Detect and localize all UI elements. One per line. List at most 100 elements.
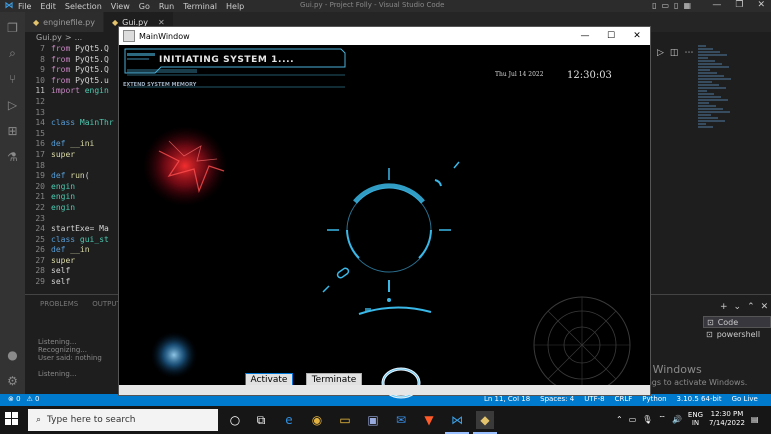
code-line[interactable]: 13 bbox=[25, 108, 120, 119]
close-icon[interactable]: ✕ bbox=[624, 27, 650, 45]
status-item[interactable]: UTF-8 bbox=[584, 395, 604, 403]
breadcrumb-file[interactable]: Gui.py bbox=[36, 33, 62, 42]
code-line[interactable]: 15 bbox=[25, 129, 120, 140]
status-warnings[interactable]: ⚠ 0 bbox=[27, 395, 40, 403]
code-line[interactable]: 14 class MainThr bbox=[25, 118, 120, 129]
status-item[interactable]: Ln 11, Col 18 bbox=[484, 395, 530, 403]
minimize-icon[interactable]: — bbox=[712, 0, 721, 10]
code-line[interactable]: 17 super bbox=[25, 150, 120, 161]
status-item[interactable]: CRLF bbox=[615, 395, 633, 403]
code-line[interactable]: 8 from PyQt5.Q bbox=[25, 55, 120, 66]
chevron-down-icon[interactable]: ⌄ bbox=[734, 302, 742, 312]
task-view-icon[interactable]: ⧉ bbox=[252, 411, 270, 429]
menu-item-file[interactable]: File bbox=[18, 2, 31, 11]
code-line[interactable]: 28 self bbox=[25, 266, 120, 277]
run-debug-icon[interactable]: ▷ bbox=[5, 98, 20, 113]
chrome-icon[interactable]: ◉ bbox=[308, 411, 326, 429]
restore-icon[interactable]: ❐ bbox=[735, 0, 743, 10]
minimize-icon[interactable]: — bbox=[572, 27, 598, 45]
code-line[interactable]: 12 bbox=[25, 97, 120, 108]
toggle-panel-icon[interactable]: ▭ bbox=[661, 1, 669, 10]
notifications-icon[interactable]: ▤ bbox=[751, 415, 759, 424]
code-line[interactable]: 25 class gui_st bbox=[25, 235, 120, 246]
microphone-icon[interactable]: 🎙 bbox=[642, 415, 652, 424]
menu-item-go[interactable]: Go bbox=[139, 2, 150, 11]
show-hidden-icons-icon[interactable]: ⌃ bbox=[616, 415, 623, 424]
taskbar-search-box[interactable]: ⌕ Type here to search bbox=[28, 409, 218, 431]
network-icon[interactable]: ⌔ bbox=[658, 414, 666, 424]
split-editor-icon[interactable]: ◫ bbox=[670, 48, 679, 58]
toggle-secondary-sidebar-icon[interactable]: ▯ bbox=[674, 1, 678, 10]
tab-output[interactable]: OUTPUT bbox=[92, 300, 121, 308]
code-line[interactable]: 10 from PyQt5.u bbox=[25, 76, 120, 87]
breadcrumb-symbol[interactable]: ... bbox=[75, 33, 83, 42]
line-number: 23 bbox=[35, 213, 45, 223]
menu-item-selection[interactable]: Selection bbox=[65, 2, 102, 11]
testing-icon[interactable]: ⚗ bbox=[5, 150, 20, 165]
minimap-line bbox=[698, 102, 709, 104]
terminal-line: Listening... bbox=[38, 370, 77, 378]
menu-item-edit[interactable]: Edit bbox=[40, 2, 56, 11]
code-line[interactable]: 24 startExe= Ma bbox=[25, 224, 120, 235]
code-line[interactable]: 29 self bbox=[25, 277, 120, 288]
customize-layout-icon[interactable]: ▦ bbox=[683, 1, 691, 10]
code-line[interactable]: 9 from PyQt5.Q bbox=[25, 65, 120, 76]
code-text: import engin bbox=[51, 86, 109, 96]
menu-item-help[interactable]: Help bbox=[226, 2, 244, 11]
code-line[interactable]: 11 import engin bbox=[25, 86, 120, 97]
main-window-titlebar[interactable]: MainWindow — ☐ ✕ bbox=[119, 27, 650, 45]
brave-browser-icon[interactable]: ▼ bbox=[420, 411, 438, 429]
python-app-icon[interactable]: ◆ bbox=[476, 411, 494, 429]
close-icon[interactable]: ✕ bbox=[757, 0, 765, 10]
code-line[interactable]: 18 bbox=[25, 161, 120, 172]
code-line[interactable]: 26 def __in bbox=[25, 245, 120, 256]
account-icon[interactable]: ● bbox=[5, 348, 20, 363]
toggle-sidebar-icon[interactable]: ▯ bbox=[652, 1, 656, 10]
tab-problems[interactable]: PROBLEMS bbox=[40, 300, 78, 308]
code-line[interactable]: 7 from PyQt5.Q bbox=[25, 44, 120, 55]
cortana-icon[interactable]: ○ bbox=[226, 411, 244, 429]
taskbar-clock[interactable]: 12:30 PM 7/14/2022 bbox=[709, 410, 745, 428]
terminal-item-code[interactable]: ⊡ Code bbox=[703, 316, 771, 328]
vscode-taskbar-icon[interactable]: ⋈ bbox=[448, 411, 466, 429]
language-indicator[interactable]: ENG IN bbox=[688, 411, 703, 427]
search-icon[interactable]: ⌕ bbox=[5, 46, 20, 61]
code-line[interactable]: 20 engin bbox=[25, 182, 120, 193]
manage-gear-icon[interactable]: ⚙ bbox=[5, 374, 20, 389]
source-control-icon[interactable]: ⑂ bbox=[5, 72, 20, 87]
status-item[interactable]: Spaces: 4 bbox=[540, 395, 574, 403]
store-icon[interactable]: ▣ bbox=[364, 411, 382, 429]
status-item[interactable]: Python bbox=[642, 395, 666, 403]
explorer-icon[interactable]: ❐ bbox=[5, 21, 20, 36]
extensions-icon[interactable]: ⊞ bbox=[5, 124, 20, 139]
status-errors[interactable]: ⊗ 0 bbox=[8, 395, 21, 403]
minimap[interactable] bbox=[698, 44, 738, 134]
terminal-item-powershell[interactable]: ⊡ powershell bbox=[703, 328, 771, 340]
maximize-panel-icon[interactable]: ⌃ bbox=[747, 302, 755, 312]
mail-icon[interactable]: ✉ bbox=[392, 411, 410, 429]
status-item[interactable]: 3.10.5 64-bit bbox=[677, 395, 722, 403]
battery-icon[interactable]: ▭ bbox=[629, 415, 637, 424]
code-editor[interactable]: 7 from PyQt5.Q 8 from PyQt5.Q 9 from PyQt5.Q 1… bbox=[25, 44, 120, 294]
menu-item-view[interactable]: View bbox=[111, 2, 130, 11]
status-item[interactable]: Go Live bbox=[732, 395, 758, 403]
new-terminal-icon[interactable]: + bbox=[720, 302, 728, 312]
code-line[interactable]: 21 engin bbox=[25, 192, 120, 203]
code-line[interactable]: 19 def run( bbox=[25, 171, 120, 182]
menu-item-run[interactable]: Run bbox=[159, 2, 174, 11]
menu-item-terminal[interactable]: Terminal bbox=[183, 2, 217, 11]
code-line[interactable]: 23 bbox=[25, 214, 120, 225]
volume-icon[interactable]: 🔊 bbox=[672, 415, 682, 424]
windows-start-icon[interactable] bbox=[5, 412, 19, 426]
run-python-icon[interactable]: ▷ bbox=[657, 48, 664, 58]
code-line[interactable]: 16 def __ini bbox=[25, 139, 120, 150]
window-scrollbar[interactable] bbox=[119, 385, 650, 395]
more-actions-icon[interactable]: ⋯ bbox=[684, 48, 693, 58]
file-explorer-icon[interactable]: ▭ bbox=[336, 411, 354, 429]
code-line[interactable]: 22 engin bbox=[25, 203, 120, 214]
edge-browser-icon[interactable]: e bbox=[280, 411, 298, 429]
maximize-icon[interactable]: ☐ bbox=[598, 27, 624, 45]
code-line[interactable]: 27 super bbox=[25, 256, 120, 267]
tab-enginefile[interactable]: ◆ enginefile.py bbox=[25, 12, 104, 32]
close-panel-icon[interactable]: ✕ bbox=[761, 302, 769, 312]
